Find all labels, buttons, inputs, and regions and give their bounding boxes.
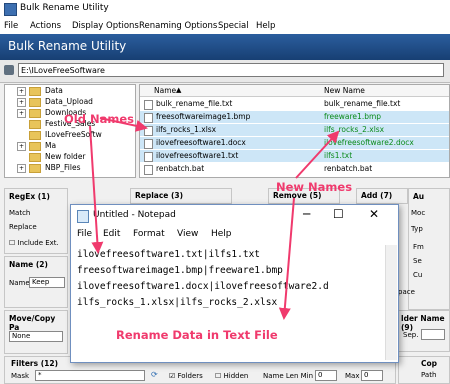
annotation-arrows [89,117,340,320]
arrow-new-to-text [278,197,295,320]
arrow-new-to-list [295,130,340,179]
new-names-label: New Names [276,180,353,194]
old-names-label: Old Names [64,112,134,126]
arrow-old-to-text [89,125,104,254]
rename-data-label: Rename Data in Text File [116,328,278,342]
